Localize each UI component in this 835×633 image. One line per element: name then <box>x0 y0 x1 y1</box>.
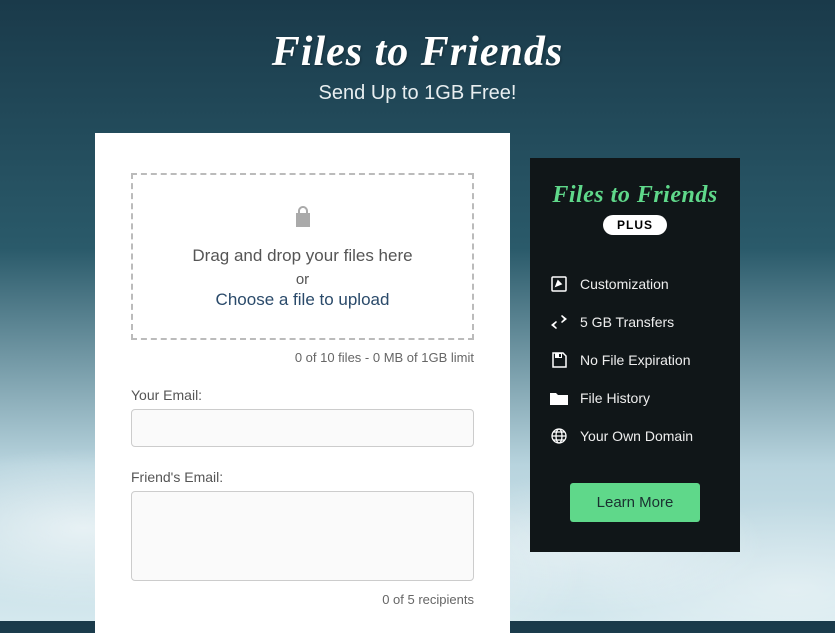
friends-email-input[interactable] <box>131 491 474 581</box>
feature-label: Your Own Domain <box>580 428 693 444</box>
page-title: Files to Friends <box>0 28 835 76</box>
feature-transfers: 5 GB Transfers <box>550 303 720 341</box>
learn-more-button[interactable]: Learn More <box>570 483 700 522</box>
friends-email-label: Friend's Email: <box>131 469 474 485</box>
page-header: Files to Friends Send Up to 1GB Free! <box>0 0 835 105</box>
feature-label: No File Expiration <box>580 352 691 368</box>
page-subtitle: Send Up to 1GB Free! <box>0 82 835 105</box>
upload-card: Drag and drop your files here or Choose … <box>95 133 510 633</box>
dropzone-or: or <box>153 271 452 288</box>
file-dropzone[interactable]: Drag and drop your files here or Choose … <box>131 173 474 340</box>
file-count-status: 0 of 10 files - 0 MB of 1GB limit <box>131 350 474 365</box>
feature-domain: Your Own Domain <box>550 417 720 455</box>
feature-label: Customization <box>580 276 669 292</box>
plus-badge: PLUS <box>603 215 667 235</box>
feature-history: File History <box>550 379 720 417</box>
recipients-status: 0 of 5 recipients <box>131 592 474 607</box>
edit-icon <box>550 275 568 293</box>
sidebar-title: Files to Friends <box>550 182 720 209</box>
choose-file-link[interactable]: Choose a file to upload <box>216 290 390 309</box>
your-email-input[interactable] <box>131 409 474 447</box>
feature-list: Customization 5 GB Transfers <box>550 265 720 455</box>
sidebar-header: Files to Friends PLUS <box>550 182 720 235</box>
friends-email-group: Friend's Email: 0 of 5 recipients <box>131 469 474 607</box>
feature-label: File History <box>580 390 650 406</box>
feature-expiration: No File Expiration <box>550 341 720 379</box>
lock-icon <box>294 205 312 232</box>
plus-sidebar: Files to Friends PLUS Customization <box>530 158 740 552</box>
feature-label: 5 GB Transfers <box>580 314 674 330</box>
your-email-group: Your Email: <box>131 387 474 447</box>
dropzone-text: Drag and drop your files here <box>153 242 452 269</box>
folder-icon <box>550 389 568 407</box>
main-container: Drag and drop your files here or Choose … <box>0 133 835 633</box>
feature-customization: Customization <box>550 265 720 303</box>
transfer-icon <box>550 313 568 331</box>
save-icon <box>550 351 568 369</box>
globe-icon <box>550 427 568 445</box>
your-email-label: Your Email: <box>131 387 474 403</box>
